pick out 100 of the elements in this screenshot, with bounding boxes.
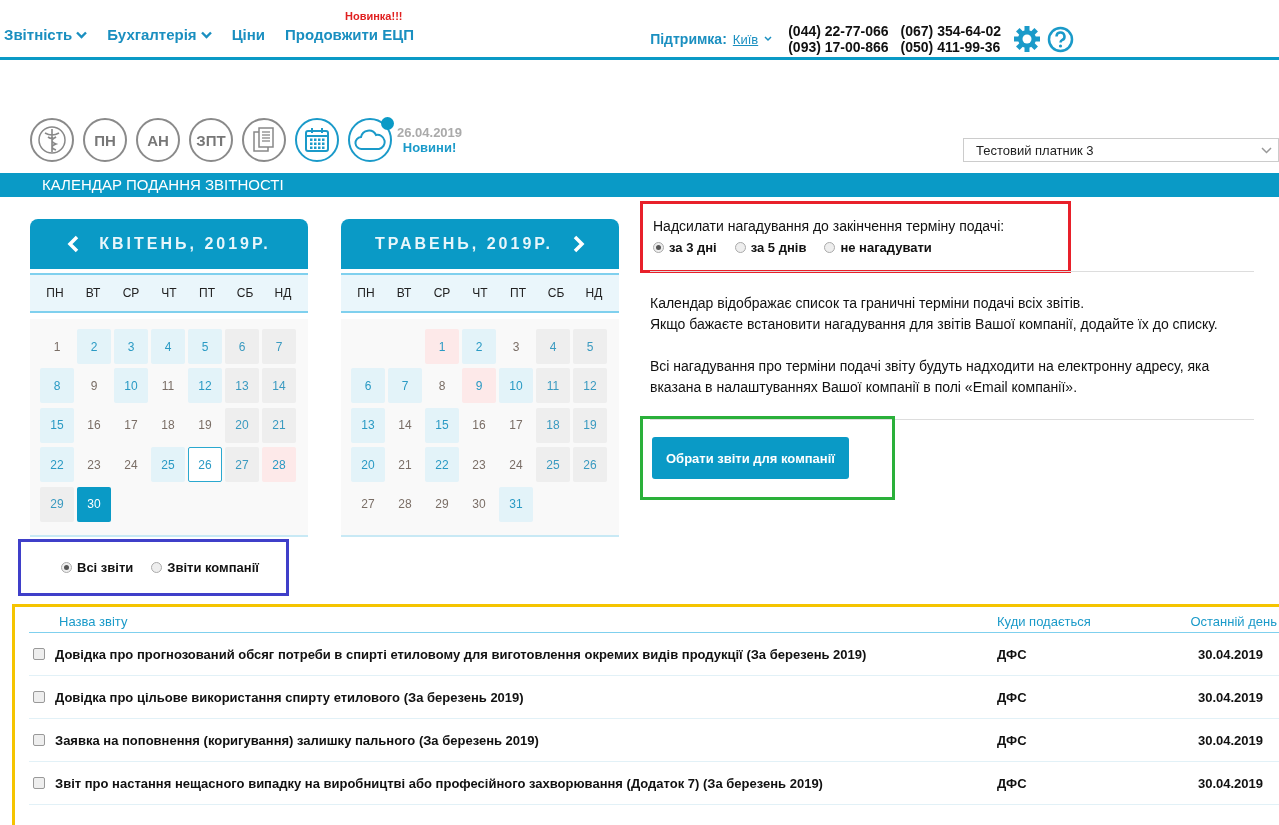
calendar-day[interactable]: 15 (40, 407, 74, 443)
calendar-day[interactable]: 11 (536, 368, 570, 404)
nav-link[interactable]: Продовжити ЕЦП (285, 26, 414, 43)
calendar-day[interactable]: 22 (40, 447, 74, 483)
help-icon[interactable] (1047, 25, 1074, 53)
calendar-day[interactable]: 7 (262, 329, 296, 364)
calendar-day[interactable]: 14 (388, 407, 422, 443)
calendar-day[interactable]: 17 (499, 407, 533, 443)
calendar-day[interactable]: 17 (114, 407, 148, 443)
city-link[interactable]: Київ (732, 31, 759, 47)
calendar-day[interactable]: 28 (388, 486, 422, 522)
calendar-day[interactable]: 4 (536, 329, 570, 364)
calendar-day[interactable]: 25 (536, 447, 570, 483)
choose-reports-button[interactable]: Обрати звіти для компанії (652, 437, 849, 479)
calendar-day[interactable]: 30 (77, 486, 111, 522)
calendar-day[interactable]: 26 (573, 447, 607, 483)
calendar-day[interactable]: 25 (151, 447, 185, 483)
calendar-day[interactable]: 15 (425, 407, 459, 443)
previous-month-icon[interactable] (67, 235, 80, 253)
calendar-day[interactable]: 19 (188, 407, 222, 443)
calendar-day[interactable]: 24 (499, 447, 533, 483)
calendar-day[interactable]: 2 (77, 329, 111, 364)
news-date: 26.04.2019 (397, 125, 463, 140)
documents-tool-button[interactable] (242, 118, 286, 162)
calendar-tool-button[interactable] (295, 118, 339, 162)
reminder-radio[interactable]: за 3 дні (653, 240, 717, 255)
calendar-day[interactable]: 21 (388, 447, 422, 483)
calendar-day[interactable]: 10 (114, 368, 148, 404)
calendar-icon (304, 127, 330, 153)
calendar-day[interactable]: 29 (40, 486, 74, 522)
calendar-day[interactable]: 6 (225, 329, 259, 364)
calendar-day[interactable]: 27 (225, 447, 259, 483)
filter-radio[interactable]: Всі звіти (61, 560, 134, 575)
calendar-day[interactable]: 11 (151, 368, 185, 404)
table-cell-text: 30.04.2019 (1196, 732, 1264, 748)
checkbox[interactable] (33, 648, 45, 660)
next-month-icon[interactable] (573, 235, 586, 253)
calendar-day[interactable]: 20 (225, 407, 259, 443)
filter-radio[interactable]: Звіти компанії (151, 560, 259, 575)
calendar-day[interactable]: 19 (573, 407, 607, 443)
settings-icon[interactable] (1013, 25, 1041, 53)
calendar-day[interactable]: 27 (351, 486, 385, 522)
calendar-day[interactable]: 28 (262, 447, 296, 483)
calendar-day[interactable]: 22 (425, 447, 459, 483)
phone-number: (044) 22-77-066 (788, 23, 889, 39)
calendar-day[interactable]: 30 (462, 486, 496, 522)
nav-link[interactable]: Бухгалтерія (107, 26, 212, 43)
reminder-radio[interactable]: не нагадувати (824, 240, 932, 255)
calendar-day[interactable]: 16 (462, 407, 496, 443)
calendar-day[interactable]: 18 (151, 407, 185, 443)
calendar-day[interactable]: 18 (536, 407, 570, 443)
calendar-day[interactable]: 10 (499, 368, 533, 404)
calendar-day[interactable]: 7 (388, 368, 422, 404)
calendar-day[interactable]: 24 (114, 447, 148, 483)
calendar-day[interactable]: 3 (114, 329, 148, 364)
calendar-day[interactable]: 9 (77, 368, 111, 404)
nav-link[interactable]: Ціни (231, 26, 266, 43)
checkbox[interactable] (33, 691, 45, 703)
calendar-day[interactable]: 12 (188, 368, 222, 404)
calendar-day[interactable]: 6 (351, 368, 385, 404)
calendar-day[interactable]: 5 (573, 329, 607, 364)
calendar-day[interactable]: 20 (351, 447, 385, 483)
checkbox[interactable] (33, 777, 45, 789)
column-header: Куди подається (997, 614, 1092, 631)
nav-link[interactable]: Звітність (4, 26, 88, 43)
calendar-day[interactable]: 31 (499, 486, 533, 522)
weekday-label: ПН (45, 286, 65, 300)
calendar-day[interactable]: 14 (262, 368, 296, 404)
calendar-day[interactable]: 23 (77, 447, 111, 483)
calendar-day[interactable]: 16 (77, 407, 111, 443)
calendar-day[interactable]: 13 (225, 368, 259, 404)
payer-select[interactable]: Тестовий платник 3 (963, 138, 1279, 162)
calendar-day[interactable]: 5 (188, 329, 222, 364)
calendar-day[interactable]: 23 (462, 447, 496, 483)
report-name: Звіт про настання нещасного випадку на виробництві або професійного захворювання (Додаток 7) (За березень 2019) (55, 775, 824, 791)
table-cell-text: ДФС (997, 646, 1028, 662)
calendar-day[interactable]: 4 (151, 329, 185, 364)
calendar-day[interactable]: 8 (425, 368, 459, 404)
calendar-day[interactable]: 13 (351, 407, 385, 443)
toolbar-button[interactable]: АН (136, 118, 180, 162)
checkbox[interactable] (33, 734, 45, 746)
table-cell-text: 30.04.2019 (1196, 775, 1264, 791)
calendar-day[interactable]: 26 (188, 447, 222, 483)
info-paragraph: Календар відображає список та граничні терміни подачі всіх звітів. Якщо бажаєте встановити нагадування для звітів Вашої компанії, додайте їх до списку. (650, 294, 1219, 334)
support-label: Підтримка: (650, 31, 727, 47)
calendar-day[interactable]: 12 (573, 368, 607, 404)
calendar-day[interactable]: 21 (262, 407, 296, 443)
calendar-day[interactable]: 29 (425, 486, 459, 522)
calendar-day[interactable]: 9 (462, 368, 496, 404)
toolbar-button[interactable]: ЗПТ (189, 118, 233, 162)
cloud-tool-button[interactable] (348, 118, 392, 162)
toolbar-button[interactable]: ПН (83, 118, 127, 162)
reminder-radio[interactable]: за 5 днів (734, 240, 807, 255)
calendar-day[interactable]: 2 (462, 329, 496, 364)
caduceus-tool-button[interactable] (30, 118, 74, 162)
calendar-day[interactable]: 1 (425, 329, 459, 364)
calendar-day[interactable]: 1 (40, 329, 74, 364)
calendar-day[interactable]: 3 (499, 329, 533, 364)
calendar-day[interactable]: 8 (40, 368, 74, 404)
news-link[interactable]: Новини! (402, 140, 457, 155)
